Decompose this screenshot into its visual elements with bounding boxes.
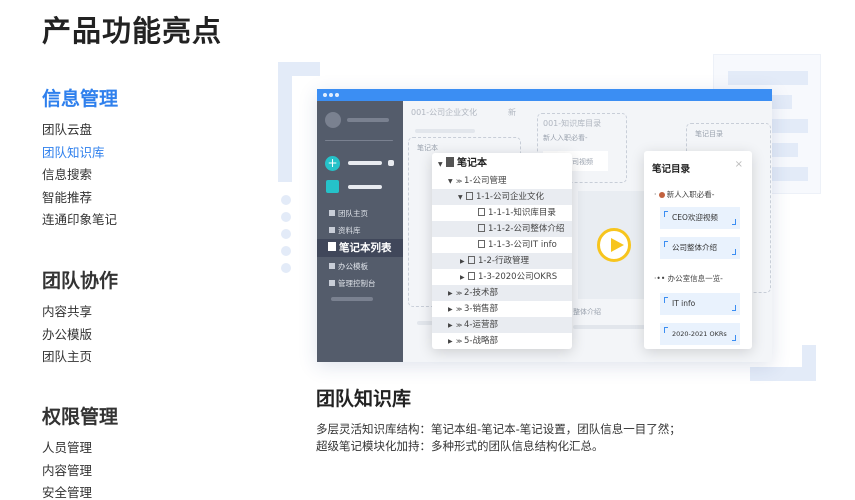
tree-row[interactable]: ▶ 1-3-2020公司OKRS — [432, 269, 572, 285]
library-icon — [329, 227, 335, 233]
category-permission-management: 权限管理 人员管理 内容管理 安全管理 — [42, 402, 118, 500]
sidebar-item-library: 资料库 — [329, 225, 361, 236]
close-icon[interactable]: × — [735, 159, 743, 170]
notebook-icon — [466, 192, 473, 200]
tree-row[interactable]: 1-1-2-公司整体介绍 — [432, 221, 572, 237]
notebook-icon — [468, 272, 475, 280]
ghost-tab-suffix: 新 — [508, 108, 516, 117]
note-icon — [478, 208, 485, 216]
tree-row[interactable]: ▼ 1-1-公司企业文化 — [432, 189, 572, 205]
category-title[interactable]: 团队协作 — [42, 266, 118, 293]
catalog-title: 笔记目录 — [652, 164, 691, 175]
tree-row[interactable]: ▶ 1-2-行政管理 — [432, 253, 572, 269]
category-item-office-templates[interactable]: 办公模版 — [42, 324, 118, 347]
sidebar-item-notebook-list: 笔记本列表 — [317, 239, 403, 257]
decor-corner-left — [278, 62, 320, 182]
person-icon — [658, 192, 665, 198]
note-icon — [326, 180, 339, 193]
catalog-card[interactable]: IT info — [660, 293, 740, 315]
tree-row[interactable]: ▼ ≫ 1-公司管理 — [432, 173, 572, 189]
category-info-management: 信息管理 团队云盘 团队知识库 信息搜索 智能推荐 连通印象笔记 — [42, 84, 118, 232]
notebook-icon — [446, 157, 454, 167]
tree-row[interactable]: ▶ ≫ 3-销售部 — [432, 301, 572, 317]
category-title[interactable]: 信息管理 — [42, 84, 118, 111]
add-icon: + — [325, 156, 340, 171]
category-item-security-management[interactable]: 安全管理 — [42, 482, 118, 500]
category-item-team-knowledge-base[interactable]: 团队知识库 — [42, 142, 118, 165]
ghost-tab: 001-公司企业文化 — [411, 108, 478, 117]
sidebar-item-team-home: 团队主页 — [329, 208, 368, 219]
category-item-smart-recommend[interactable]: 智能推荐 — [42, 187, 118, 210]
tree-row[interactable]: ▶ ≫ 2-技术部 — [432, 285, 572, 301]
tree-row-root[interactable]: ▼ 笔记本 — [432, 155, 572, 173]
template-icon — [329, 263, 335, 269]
note-icon — [478, 240, 485, 248]
play-icon — [597, 228, 631, 262]
catalog-section: ·•• 办公室信息一览- — [654, 274, 723, 283]
catalog-card[interactable]: CEO欢迎视频 — [660, 207, 740, 229]
tree-row[interactable]: 1-1-1-知识库目录 — [432, 205, 572, 221]
category-title[interactable]: 权限管理 — [42, 402, 118, 429]
category-item-member-management[interactable]: 人员管理 — [42, 437, 118, 460]
tree-row[interactable]: ▶ ≫ 4-运营部 — [432, 317, 572, 333]
sidebar-item-office-template: 办公模板 — [329, 261, 368, 272]
ghost-text: 整体介绍 — [573, 308, 601, 316]
wrench-icon — [329, 280, 335, 286]
note-icon — [478, 224, 485, 232]
decor-dots — [281, 195, 291, 280]
feature-title: 团队知识库 — [316, 388, 412, 410]
window-titlebar — [317, 89, 772, 101]
category-item-info-search[interactable]: 信息搜索 — [42, 164, 118, 187]
tree-row[interactable]: 1-1-3-公司IT info — [432, 237, 572, 253]
notebook-icon — [468, 256, 475, 264]
feature-description-line: 多层灵活知识库结构：笔记本组-笔记本-笔记设置，团队信息一目了然； — [316, 422, 681, 436]
category-item-team-drive[interactable]: 团队云盘 — [42, 119, 118, 142]
category-item-content-management[interactable]: 内容管理 — [42, 460, 118, 483]
category-item-content-sharing[interactable]: 内容共享 — [42, 301, 118, 324]
home-icon — [329, 210, 335, 216]
catalog-section: · 新人入职必看- — [654, 190, 715, 199]
page-title: 产品功能亮点 — [42, 14, 223, 48]
sidebar-item-admin-console: 管理控制台 — [329, 278, 376, 289]
category-item-connect-evernote[interactable]: 连通印象笔记 — [42, 209, 118, 232]
tree-row[interactable]: ▶ ≫ 5-战略部 — [432, 333, 572, 349]
ghost-text: 笔记本 — [417, 144, 438, 152]
notebook-icon — [328, 242, 336, 251]
category-team-collaboration: 团队协作 内容共享 办公模版 团队主页 — [42, 266, 118, 369]
ghost-text: 笔记目录 — [695, 130, 723, 138]
preview-sidebar: + 团队主页 资料库 笔记本列表 办公模板 管理控制台 — [317, 101, 403, 362]
note-catalog-popup: 笔记目录 × · 新人入职必看- CEO欢迎视频 公司整体介绍 ·•• 办公室信… — [644, 151, 752, 349]
catalog-card[interactable]: 公司整体介绍 — [660, 237, 740, 259]
catalog-card[interactable]: 2020-2021 OKRs — [660, 323, 740, 345]
category-item-team-homepage[interactable]: 团队主页 — [42, 346, 118, 369]
feature-description-line: 超级笔记模块化加持：多种形式的团队信息结构化汇总。 — [316, 439, 604, 453]
avatar — [325, 112, 341, 128]
notebook-tree-popup: ▼ 笔记本 ▼ ≫ 1-公司管理 ▼ 1-1-公司企业文化 1-1-1-知识库目录 1-… — [432, 153, 572, 349]
